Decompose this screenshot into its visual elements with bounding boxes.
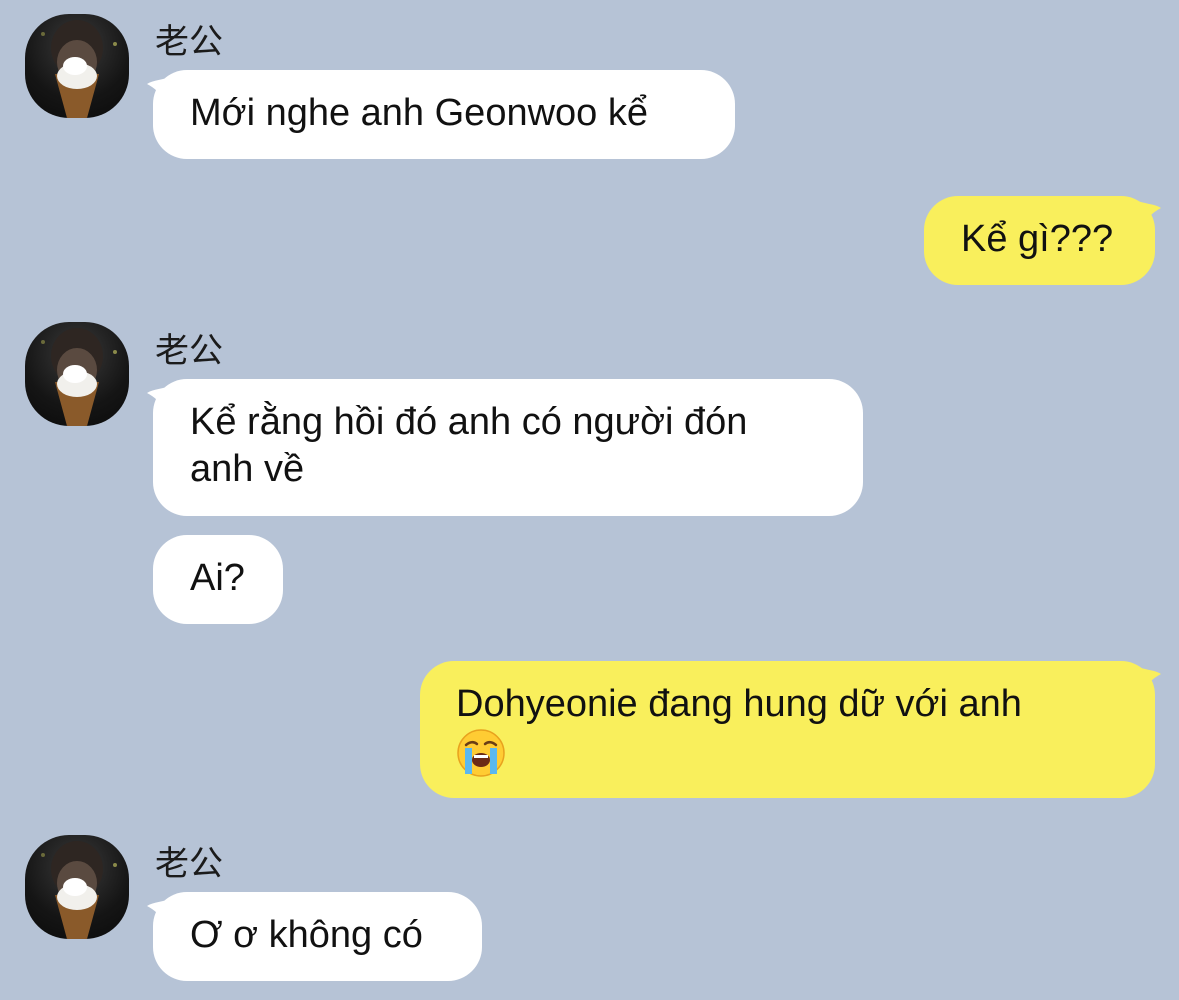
message-text-line: anh về	[190, 448, 305, 490]
message-bubble-incoming[interactable]: Kể rằng hồi đó anh có người đón anh về	[153, 379, 863, 516]
message-text: Dohyeonie đang hung dữ với anh	[456, 683, 1022, 725]
loudly-crying-face-icon	[457, 729, 505, 777]
message-text: Mới nghe anh Geonwoo kể	[190, 92, 648, 134]
message-bubble-incoming[interactable]: Ơ ơ không có	[153, 892, 482, 981]
message-bubble-outgoing[interactable]: Kể gì???	[924, 196, 1155, 285]
message-bubble-incoming[interactable]: Ai?	[153, 535, 283, 624]
avatar-photo-icon	[41, 20, 117, 118]
sender-name: 老公	[155, 844, 223, 884]
contact-avatar[interactable]	[25, 835, 129, 939]
message-bubble-outgoing[interactable]: Dohyeonie đang hung dữ với anh	[420, 661, 1155, 798]
sender-name: 老公	[155, 331, 223, 371]
contact-avatar[interactable]	[25, 14, 129, 118]
message-bubble-incoming[interactable]: Mới nghe anh Geonwoo kể	[153, 70, 735, 159]
avatar-photo-icon	[41, 328, 117, 426]
contact-avatar[interactable]	[25, 322, 129, 426]
message-text-line: Kể rằng hồi đó anh có người đón	[190, 401, 748, 443]
message-text: Ai?	[190, 557, 245, 599]
sender-name: 老公	[155, 22, 223, 62]
avatar-photo-icon	[41, 841, 117, 939]
message-text: Kể gì???	[961, 218, 1114, 260]
message-text: Ơ ơ không có	[190, 914, 423, 956]
